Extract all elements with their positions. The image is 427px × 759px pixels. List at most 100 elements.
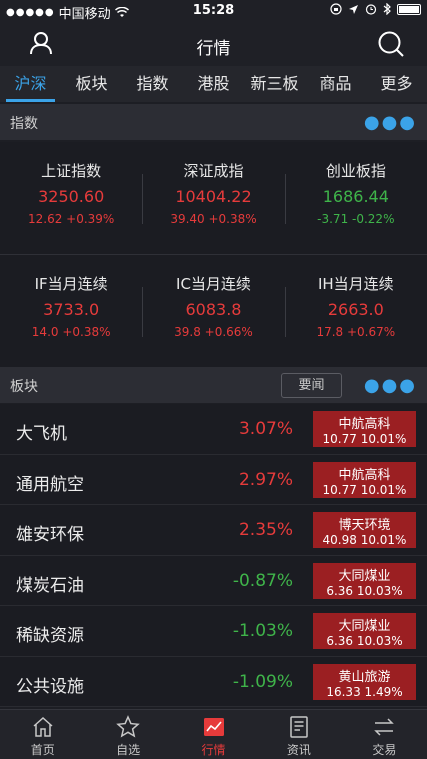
index-change: 39.8 +0.66% [174,325,253,339]
bottom-tab-label: 行情 [201,743,226,757]
index-price: 2663.0 [327,300,384,319]
tab-commodities[interactable]: 商品 [305,66,366,102]
sector-row[interactable]: 大飞机 3.07% 中航高科 10.77 10.01% [0,404,427,455]
index-name: IF当月连续 [34,275,108,293]
index-price: 10404.22 [175,187,252,206]
index-card[interactable]: 创业板指 1686.44 -3.71 -0.22% [284,142,427,254]
leader-stock-badge[interactable]: 大同煤业 6.36 10.03% [313,613,416,649]
sector-percent: -1.09% [232,671,293,692]
index-change: -3.71 -0.22% [317,212,395,226]
index-name: IH当月连续 [317,275,394,293]
leader-stock-badge[interactable]: 中航高科 10.77 10.01% [313,411,416,447]
news-button[interactable]: 要闻 [281,373,342,398]
star-icon [116,715,140,738]
index-price: 3250.60 [38,187,105,206]
sector-section-title: 板块 [10,379,38,395]
sector-more-icon[interactable]: ●●● [364,375,417,396]
leader-stock-badge[interactable]: 中航高科 10.77 10.01% [313,461,416,498]
bottom-tab-home[interactable]: 首页 [0,710,85,759]
home-icon [33,716,53,737]
index-grid-row-2: IF当月连续 3733.0 14.0 +0.38% IC当月连续 6083.8 … [0,255,427,367]
sector-percent: -1.03% [232,621,293,641]
index-card[interactable]: 深证成指 10404.22 39.40 +0.38% [142,142,284,254]
sector-row[interactable]: 煤炭石油 -0.87% 大同煤业 6.36 10.03% [0,555,427,606]
index-section-header: 指数 ●●● [0,104,427,140]
bottom-tab-bar: 首页 自选 行情 资讯 交易 [0,709,427,759]
leader-stock-name: 博天环境 [338,518,391,533]
leader-stock-name: 大同煤业 [338,619,391,634]
index-change: 17.8 +0.67% [316,325,396,339]
sector-section-header: 板块 要闻 ●●● [0,367,427,403]
index-card[interactable]: IH当月连续 2663.0 17.8 +0.67% [284,255,427,367]
tab-hushen[interactable]: 沪深 [0,66,61,102]
index-card[interactable]: 上证指数 3250.60 12.62 +0.39% [0,142,142,254]
leader-stock-value: 10.77 10.01% [322,482,407,497]
sector-name: 雄安环保 [16,525,84,545]
index-card[interactable]: IC当月连续 6083.8 39.8 +0.66% [142,255,284,367]
leader-stock-value: 16.33 1.49% [326,684,403,699]
sector-name: 煤炭石油 [16,575,84,596]
status-right [330,3,421,15]
bottom-tab-news[interactable]: 资讯 [256,710,341,759]
leader-stock-badge[interactable]: 大同煤业 6.36 10.03% [313,562,416,599]
sector-list: 大飞机 3.07% 中航高科 10.77 10.01% 通用航空 2.97% 中… [0,404,427,707]
tab-sector[interactable]: 板块 [61,66,122,102]
leader-stock-badge[interactable]: 黄山旅游 16.33 1.49% [313,663,416,700]
bottom-tab-watchlist[interactable]: 自选 [85,710,170,759]
index-name: 上证指数 [41,162,102,180]
tab-more[interactable]: 更多 [366,66,427,102]
bottom-tab-label: 自选 [116,743,141,757]
index-name: IC当月连续 [176,275,251,293]
index-change: 12.62 +0.39% [27,212,115,226]
sector-name: 大飞机 [16,424,67,444]
leader-stock-value: 6.36 10.03% [326,583,403,598]
sector-row[interactable]: 稀缺资源 -1.03% 大同煤业 6.36 10.03% [0,606,427,657]
leader-stock-value: 6.36 10.03% [326,634,403,648]
leader-stock-name: 中航高科 [338,467,391,483]
bottom-tab-market[interactable]: 行情 [171,710,256,759]
sector-percent: -0.87% [232,570,293,591]
lock-rotation-icon [330,3,342,15]
index-name: 创业板指 [325,162,386,180]
index-price: 6083.8 [185,300,242,319]
status-bar: ●●●●● 中国移动 15:28 [0,0,427,22]
index-change: 39.40 +0.38% [170,212,257,226]
index-section-title: 指数 [10,116,38,132]
sector-name: 公共设施 [16,676,84,697]
alarm-icon [365,4,377,15]
index-price: 3733.0 [43,300,100,319]
index-change: 14.0 +0.38% [31,325,111,339]
chart-icon [203,718,224,736]
tab-neeq[interactable]: 新三板 [244,66,305,102]
market-tabs: 沪深 板块 指数 港股 新三板 商品 更多 [0,66,427,102]
sector-row[interactable]: 通用航空 2.97% 中航高科 10.77 10.01% [0,454,427,505]
sector-row[interactable]: 雄安环保 2.35% 博天环境 40.98 10.01% [0,505,427,556]
bottom-tab-label: 首页 [30,743,55,757]
bottom-tab-trade[interactable]: 交易 [342,710,427,759]
index-price: 1686.44 [322,187,389,206]
battery-icon [397,3,421,15]
index-more-icon[interactable]: ●●● [364,112,417,133]
nav-bar: 行情 [0,22,427,66]
page-title: 行情 [196,39,231,59]
sector-name: 稀缺资源 [16,626,84,646]
sector-percent: 3.07% [238,419,293,439]
tab-hk-stocks[interactable]: 港股 [183,66,244,102]
location-icon [349,4,358,14]
leader-stock-name: 黄山旅游 [338,669,391,685]
leader-stock-badge[interactable]: 博天环境 40.98 10.01% [313,512,416,548]
sector-name: 通用航空 [16,474,84,495]
sector-row[interactable]: 公共设施 -1.09% 黄山旅游 16.33 1.49% [0,656,427,707]
news-icon [290,716,308,738]
leader-stock-name: 中航高科 [338,417,391,432]
leader-stock-value: 40.98 10.01% [322,533,407,547]
index-grid-row-1: 上证指数 3250.60 12.62 +0.39% 深证成指 10404.22 … [0,142,427,254]
tab-index[interactable]: 指数 [122,66,183,102]
leader-stock-value: 10.77 10.01% [322,432,407,446]
index-card[interactable]: IF当月连续 3733.0 14.0 +0.38% [0,255,142,367]
trade-icon [374,718,395,736]
index-name: 深证成指 [183,162,244,180]
search-icon[interactable] [377,30,405,58]
bluetooth-icon [383,3,391,15]
sector-percent: 2.97% [238,469,293,490]
